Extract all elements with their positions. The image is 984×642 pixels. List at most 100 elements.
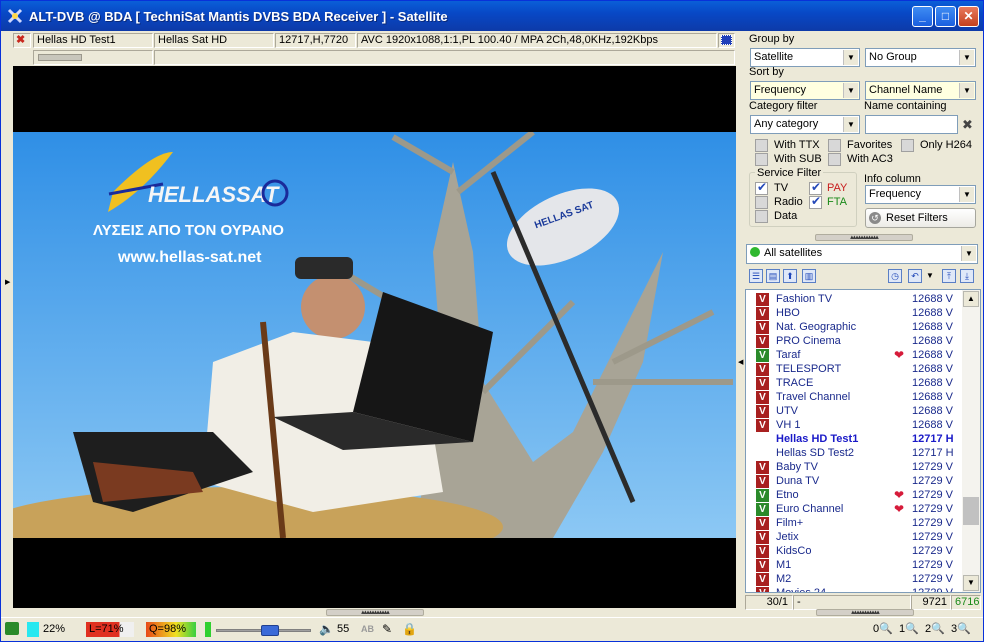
channel-name: Travel Channel [776, 391, 851, 403]
channel-row[interactable]: V Travel Channel 12688 V [746, 390, 964, 404]
zoom-1[interactable]: 1🔍 [899, 622, 919, 637]
channel-row[interactable]: V Movies 24 12729 V [746, 586, 964, 592]
data-label: Data [774, 210, 798, 222]
channel-row[interactable]: V Duna TV 12729 V [746, 474, 964, 488]
network-icon[interactable] [5, 622, 19, 635]
scroll-bottom-icon[interactable]: ⤓ [960, 269, 974, 283]
radio-checkbox[interactable] [755, 196, 768, 209]
right-collapse-arrow[interactable]: ◀ [738, 356, 744, 370]
channel-row[interactable]: V Taraf ❤ 12688 V [746, 348, 964, 362]
volume-thumb[interactable] [261, 625, 279, 636]
channel-row[interactable]: V KidsCo 12729 V [746, 544, 964, 558]
move-up-icon[interactable]: ⬆ [783, 269, 797, 283]
sort-by-select[interactable]: Frequency ▼ [750, 81, 860, 100]
zoom-3[interactable]: 3🔍 [951, 622, 971, 637]
favorite-heart-icon: ❤ [894, 348, 905, 362]
sort-by-second-select[interactable]: Channel Name ▼ [865, 81, 976, 100]
chevron-down-icon: ▼ [843, 117, 858, 132]
video-area[interactable]: HELLAS SAT HELLASSAT ΛΥΣΕΙΣ ΑΠΟ ΤΟΝ ΟΥΡΑ… [13, 66, 736, 608]
reset-filters-button[interactable]: ↺ Reset Filters [865, 208, 976, 228]
channel-row[interactable]: V Euro Channel ❤ 12729 V [746, 502, 964, 516]
pen-icon[interactable]: ✎ [382, 622, 392, 637]
info-column-select[interactable]: Frequency ▼ [865, 185, 976, 204]
schedule-icon[interactable]: ◷ [888, 269, 902, 283]
close-button[interactable]: ✕ [958, 6, 979, 27]
with-ac3-checkbox[interactable] [828, 153, 841, 166]
filter-splitter-grip[interactable]: ▴▴▴▴▴▴▴▴▴▴▴ [815, 234, 913, 241]
zoom-2[interactable]: 2🔍 [925, 622, 945, 637]
satellite-status-icon [750, 247, 760, 257]
group-by-second-select[interactable]: No Group ▼ [865, 48, 976, 67]
encrypted-video-icon: V [756, 321, 769, 334]
undo-dropdown-icon[interactable]: ▼ [926, 271, 934, 280]
details-view-icon[interactable]: ▤ [766, 269, 780, 283]
channel-row[interactable]: V PRO Cinema 12688 V [746, 334, 964, 348]
channel-frequency: 12688 V [912, 307, 953, 319]
bottom-splitter-grip[interactable]: ▴▴▴▴▴▴▴▴▴▴▴ [326, 609, 424, 616]
channel-list[interactable]: V Fashion TV 12688 V V HBO 12688 V V Nat. Geogr… [745, 289, 981, 593]
minimize-button[interactable]: _ [912, 6, 933, 27]
list-view-icon[interactable]: ☰ [749, 269, 763, 283]
favorites-checkbox[interactable] [828, 139, 841, 152]
category-select[interactable]: Any category ▼ [750, 115, 860, 134]
with-ttx-checkbox[interactable] [755, 139, 768, 152]
data-checkbox[interactable] [755, 210, 768, 223]
ab-label[interactable]: AB [361, 622, 374, 637]
channel-row[interactable]: V Fashion TV 12688 V [746, 292, 964, 306]
undo-icon[interactable]: ↶ [908, 269, 922, 283]
channel-frequency: 12688 V [912, 419, 953, 431]
zoom-icon: 🔍 [905, 623, 919, 635]
encrypted-video-icon: V [756, 405, 769, 418]
name-containing-input[interactable] [865, 115, 958, 134]
cpu-indicator [27, 622, 39, 637]
channel-row[interactable]: V TELESPORT 12688 V [746, 362, 964, 376]
logo-text: HELLASSAT [148, 182, 280, 207]
channel-row[interactable]: V M1 12729 V [746, 558, 964, 572]
progress-bar-row [13, 49, 735, 65]
clear-name-icon[interactable]: ✖ [962, 117, 973, 133]
channel-row[interactable]: Hellas HD Test1 12717 H [746, 432, 964, 446]
channel-row[interactable]: V Etno ❤ 12729 V [746, 488, 964, 502]
speaker-icon[interactable]: 🔈 [319, 622, 334, 637]
fta-checkbox[interactable] [809, 194, 822, 209]
channel-row[interactable]: V HBO 12688 V [746, 306, 964, 320]
channel-row[interactable]: V Baby TV 12729 V [746, 460, 964, 474]
left-collapse-arrow[interactable]: ▶ [5, 276, 11, 290]
channel-row[interactable]: V Film+ 12729 V [746, 516, 964, 530]
channel-row[interactable]: V M2 12729 V [746, 572, 964, 586]
chevron-down-icon: ▼ [959, 50, 974, 65]
scroll-up-icon[interactable]: ▲ [963, 291, 979, 307]
with-sub-checkbox[interactable] [755, 153, 768, 166]
list-scrollbar[interactable]: ▲ ▼ [962, 290, 980, 592]
zoom-icon: 🔍 [957, 623, 971, 635]
channel-row[interactable]: V UTV 12688 V [746, 404, 964, 418]
channel-name: HBO [776, 307, 800, 319]
quality-value: Q=98% [149, 623, 186, 635]
scroll-thumb[interactable] [963, 497, 979, 525]
scroll-down-icon[interactable]: ▼ [963, 575, 979, 591]
channel-frequency: 12717 H [912, 447, 954, 459]
tv-checkbox[interactable] [755, 180, 768, 195]
name-containing-label: Name containing [864, 100, 947, 112]
record-indicator-icon[interactable] [718, 33, 735, 48]
lock-icon[interactable]: 🔒 [402, 622, 417, 637]
columns-icon[interactable]: ▥ [802, 269, 816, 283]
scroll-top-icon[interactable]: ⤒ [942, 269, 956, 283]
channel-name: VH 1 [776, 419, 801, 431]
only-h264-checkbox[interactable] [901, 139, 914, 152]
channel-row[interactable]: Hellas SD Test2 12717 H [746, 446, 964, 460]
channel-row[interactable]: V Jetix 12729 V [746, 530, 964, 544]
title-bar[interactable]: ALT-DVB @ BDA [ TechniSat Mantis DVBS BD… [1, 1, 983, 31]
zoom-0[interactable]: 0🔍 [873, 622, 893, 637]
volume-slider[interactable] [216, 625, 311, 636]
satellite-select[interactable]: All satellites ▼ [746, 244, 978, 264]
stop-icon[interactable]: ✖ [13, 33, 31, 48]
favorites-label: Favorites [847, 139, 893, 151]
channel-row[interactable]: V VH 1 12688 V [746, 418, 964, 432]
list-splitter-grip[interactable]: ▴▴▴▴▴▴▴▴▴▴▴ [816, 609, 914, 616]
channel-name: UTV [776, 405, 798, 417]
maximize-button[interactable]: □ [935, 6, 956, 27]
channel-row[interactable]: V Nat. Geographic 12688 V [746, 320, 964, 334]
group-by-select[interactable]: Satellite ▼ [750, 48, 860, 67]
channel-row[interactable]: V TRACE 12688 V [746, 376, 964, 390]
